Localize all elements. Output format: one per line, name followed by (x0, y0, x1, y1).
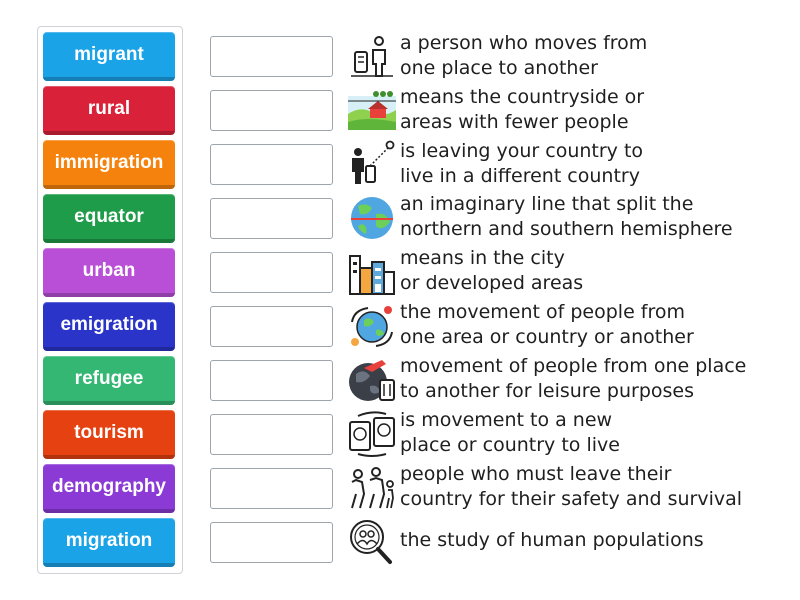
globe-with-people-arrows-icon (346, 302, 398, 350)
answer-drop-box-10[interactable] (210, 522, 333, 563)
passports-exchange-icon (346, 410, 398, 458)
definition-4: an imaginary line that split the norther… (400, 193, 733, 240)
definition-3: is leaving your country to live in a dif… (400, 140, 644, 187)
word-tile-refugee[interactable]: refugee (43, 356, 175, 405)
answer-drop-box-3[interactable] (210, 144, 333, 185)
definition-5: means in the city or developed areas (400, 247, 584, 294)
word-tile-rural[interactable]: rural (43, 86, 175, 135)
word-tile-migration[interactable]: migration (43, 518, 175, 567)
definition-2: means the countryside or areas with fewe… (400, 86, 645, 133)
globe-airplane-luggage-icon (346, 356, 398, 404)
traveler-with-luggage-icon (346, 32, 398, 80)
answer-drop-box-7[interactable] (210, 360, 333, 401)
definition-7: movement of people from one place to ano… (400, 355, 747, 402)
definition-10: the study of human populations (400, 529, 704, 551)
word-tile-emigration[interactable]: emigration (43, 302, 175, 351)
answer-drop-box-9[interactable] (210, 468, 333, 509)
globe-icon (346, 194, 398, 242)
answer-drop-box-6[interactable] (210, 306, 333, 347)
definition-1: a person who moves from one place to ano… (400, 32, 648, 79)
answer-drop-box-5[interactable] (210, 252, 333, 293)
answer-drop-box-4[interactable] (210, 198, 333, 239)
answer-drop-box-1[interactable] (210, 36, 333, 77)
word-tile-migrant[interactable]: migrant (43, 32, 175, 81)
magnifier-people-icon (346, 518, 398, 566)
word-tile-urban[interactable]: urban (43, 248, 175, 297)
countryside-farm-icon (346, 86, 398, 134)
answer-drop-box-2[interactable] (210, 90, 333, 131)
word-tile-equator[interactable]: equator (43, 194, 175, 243)
definition-6: the movement of people from one area or … (400, 301, 694, 348)
city-buildings-icon (346, 248, 398, 296)
refugee-family-icon (346, 464, 398, 512)
word-tile-demography[interactable]: demography (43, 464, 175, 513)
word-tile-tourism[interactable]: tourism (43, 410, 175, 459)
person-with-suitcase-and-location-pin-icon (346, 140, 398, 188)
definition-8: is movement to a new place or country to… (400, 409, 620, 456)
definition-9: people who must leave their country for … (400, 463, 743, 510)
answer-drop-box-8[interactable] (210, 414, 333, 455)
word-tile-immigration[interactable]: immigration (43, 140, 175, 189)
